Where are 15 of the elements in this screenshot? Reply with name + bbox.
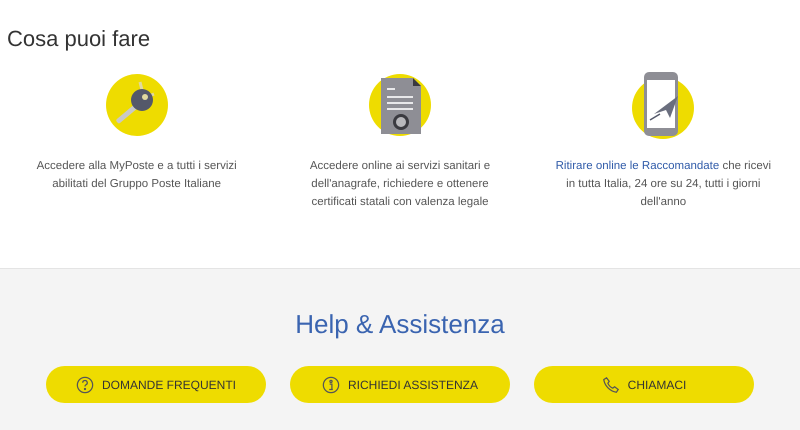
help-button[interactable]: RICHIEDI ASSISTENZA [290, 366, 510, 403]
info-icon [322, 376, 340, 394]
phone-icon [630, 70, 696, 140]
help-button[interactable]: DOMANDE FREQUENTI [46, 366, 266, 403]
help-title: Help & Assistenza [295, 308, 505, 341]
certificate-icon [366, 72, 433, 138]
key-icon [104, 72, 170, 138]
help-icon [76, 376, 94, 394]
feature-description: Accedere online ai servizi sanitari e dell'anagrafe, richiedere e ottenere certificati statali con valenza legale [308, 159, 492, 210]
feature-description: Ritirare online le Raccomandate che ricevi in tutta Italia, 24 ore su 24, tutti i giorni dell'anno [554, 159, 772, 210]
feature-description: Accedere alla MyPoste e a tutti i servizi abilitati del Gruppo Poste Italiane [36, 159, 238, 192]
section-title: Cosa puoi fare [7, 25, 150, 53]
raccomandate-link[interactable]: Ritirare online le Raccomandate [556, 160, 720, 172]
help-button[interactable]: CHIAMACI [534, 366, 754, 403]
phone-icon [602, 376, 620, 394]
